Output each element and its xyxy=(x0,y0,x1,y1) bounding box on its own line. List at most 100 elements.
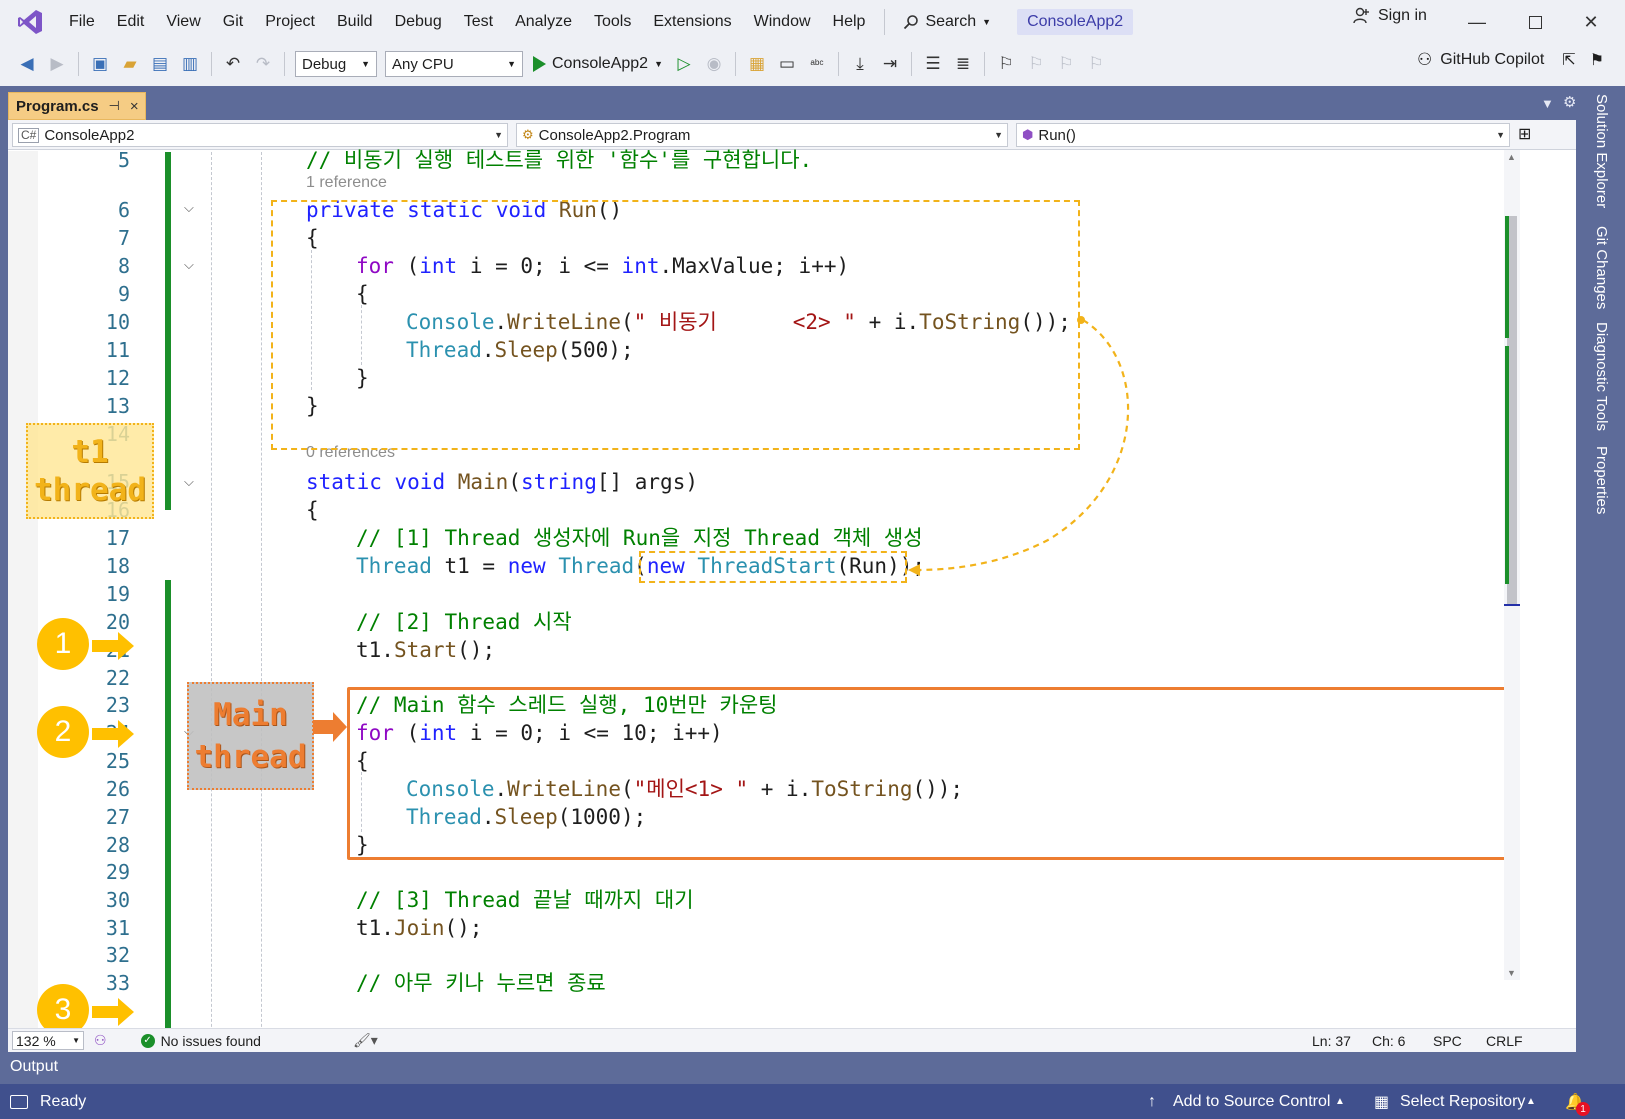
step-over-icon[interactable]: ⇥ xyxy=(877,51,903,77)
undo-icon[interactable]: ↶ xyxy=(220,51,246,77)
solution-configuration-select[interactable]: Debug ▼ xyxy=(295,51,377,77)
start-target-label: ConsoleApp2 xyxy=(552,55,649,72)
visual-studio-logo-icon[interactable] xyxy=(16,8,44,36)
menu-window[interactable]: Window xyxy=(743,7,822,37)
vertical-scrollbar[interactable]: ▲ ▼ xyxy=(1504,150,1520,980)
start-without-debugging-icon[interactable]: ▷ xyxy=(671,51,697,77)
navigate-forward-icon[interactable]: ▶ xyxy=(44,51,70,77)
save-all-icon[interactable]: ▥ xyxy=(177,51,203,77)
menu-file[interactable]: File xyxy=(58,7,106,37)
configuration-value: Debug xyxy=(302,55,347,73)
toolbar-separator xyxy=(211,52,212,76)
chevron-down-icon: ▼ xyxy=(654,59,663,69)
search-label: Search xyxy=(925,13,977,30)
share-icon[interactable]: ⇱ xyxy=(1562,50,1575,70)
menu-debug[interactable]: Debug xyxy=(384,7,453,37)
menu-tools[interactable]: Tools xyxy=(583,7,642,37)
clear-bookmarks-icon[interactable]: ⚐ xyxy=(1083,51,1109,77)
toolbar-separator xyxy=(911,52,912,76)
change-marker xyxy=(1505,346,1509,584)
toolbar-separator xyxy=(284,52,285,76)
github-copilot-button[interactable]: ⚇ GitHub Copilot ⇱ ⚑ xyxy=(1417,50,1604,70)
bookmark-icon[interactable]: ⚐ xyxy=(993,51,1019,77)
navigate-back-icon[interactable]: ◀ xyxy=(14,51,40,77)
toolbar-separator xyxy=(984,52,985,76)
search-button[interactable]: Search ▼ xyxy=(893,13,1001,31)
tab-program-cs[interactable]: Program.cs ⊣ × xyxy=(8,92,146,120)
copilot-status-icon[interactable]: ⚇ xyxy=(94,1032,107,1049)
save-icon[interactable]: ▤ xyxy=(147,51,173,77)
layout-icon[interactable]: ▭ xyxy=(774,51,800,77)
hot-reload-icon[interactable]: ◉ xyxy=(701,51,727,77)
menu-help[interactable]: Help xyxy=(822,7,877,37)
t1-label-line: thread xyxy=(34,472,146,508)
main-thread-label: Main thread xyxy=(187,682,314,790)
main-thread-arrow xyxy=(313,712,347,742)
sign-in-label: Sign in xyxy=(1378,7,1427,24)
scroll-down-icon[interactable]: ▼ xyxy=(1507,968,1516,978)
code-cleanup-icon[interactable]: 🖌▾ xyxy=(353,1032,378,1049)
platform-value: Any CPU xyxy=(392,55,454,73)
user-add-icon xyxy=(1353,7,1369,24)
close-tab-icon[interactable]: × xyxy=(130,98,139,115)
tab-properties[interactable]: Properties xyxy=(1593,446,1610,514)
column-position[interactable]: Ch: 6 xyxy=(1372,1033,1405,1049)
menu-extensions[interactable]: Extensions xyxy=(642,7,742,37)
menu-test[interactable]: Test xyxy=(453,7,504,37)
new-project-icon[interactable]: ▣ xyxy=(87,51,113,77)
tab-overflow-icon[interactable]: ▼ xyxy=(1541,96,1554,111)
comment-lines-icon[interactable]: ☰ xyxy=(920,51,946,77)
start-debugging-button[interactable]: ConsoleApp2 ▼ xyxy=(533,55,663,73)
zoom-select[interactable]: 132 % ▼ xyxy=(12,1031,84,1050)
previous-bookmark-icon[interactable]: ⚐ xyxy=(1023,51,1049,77)
uncomment-lines-icon[interactable]: ≣ xyxy=(950,51,976,77)
notification-count-badge: 1 xyxy=(1576,1102,1590,1116)
tab-git-changes[interactable]: Git Changes xyxy=(1593,226,1610,309)
redo-icon[interactable]: ↷ xyxy=(250,51,276,77)
menu-build[interactable]: Build xyxy=(326,7,384,37)
chevron-down-icon: ▼ xyxy=(72,1036,80,1045)
change-marker xyxy=(1505,216,1509,338)
connector-arrow xyxy=(908,316,1130,576)
tab-solution-explorer[interactable]: Solution Explorer xyxy=(1593,94,1610,208)
feedback-icon[interactable]: ⚑ xyxy=(1590,50,1604,70)
step-badge: 1 xyxy=(37,618,89,670)
menu-git[interactable]: Git xyxy=(212,7,254,37)
menu-project[interactable]: Project xyxy=(254,7,326,37)
issues-status[interactable]: No issues found xyxy=(161,1033,261,1049)
next-bookmark-icon[interactable]: ⚐ xyxy=(1053,51,1079,77)
standard-toolbar: ◀ ▶ ▣ ▰ ▤ ▥ ↶ ↷ Debug ▼ Any CPU ▼ Consol… xyxy=(0,44,1625,84)
toolbar-separator xyxy=(78,52,79,76)
minimize-button[interactable]: — xyxy=(1452,6,1502,38)
tab-diagnostic-tools[interactable]: Diagnostic Tools xyxy=(1593,322,1610,431)
menu-analyze[interactable]: Analyze xyxy=(504,7,583,37)
step-into-icon[interactable]: ⤓ xyxy=(847,51,873,77)
chevron-up-icon: ▲ xyxy=(1335,1096,1345,1107)
close-window-button[interactable]: ✕ xyxy=(1566,6,1616,38)
menu-view[interactable]: View xyxy=(155,7,211,37)
output-tab-label[interactable]: Output xyxy=(10,1058,58,1075)
solution-explorer-icon[interactable]: ▦ xyxy=(744,51,770,77)
status-ready: Ready xyxy=(40,1092,87,1110)
line-ending-mode[interactable]: CRLF xyxy=(1486,1033,1523,1049)
tab-title: Program.cs xyxy=(16,97,99,115)
add-to-source-control-button[interactable]: Add to Source Control xyxy=(1173,1093,1330,1111)
pin-icon[interactable]: ⊣ xyxy=(109,98,120,114)
scroll-up-icon[interactable]: ▲ xyxy=(1507,152,1516,162)
whitespace-mode[interactable]: SPC xyxy=(1433,1033,1462,1049)
close-icon: ✕ xyxy=(1583,11,1599,32)
line-position[interactable]: Ln: 37 xyxy=(1312,1033,1351,1049)
spell-check-icon[interactable]: ᵃᵇᶜ xyxy=(804,51,830,77)
sign-in-button[interactable]: Sign in xyxy=(1352,7,1427,25)
open-file-icon[interactable]: ▰ xyxy=(117,51,143,77)
chevron-down-icon: ▼ xyxy=(361,59,370,69)
menu-edit[interactable]: Edit xyxy=(106,7,156,37)
maximize-button[interactable] xyxy=(1510,6,1560,38)
code-editor[interactable]: C# ConsoleApp2 ▼ ⚙ ConsoleApp2.Program ▼… xyxy=(8,120,1576,1111)
settings-icon[interactable]: ⚙ xyxy=(1563,93,1576,111)
main-label-line: Main xyxy=(213,697,288,733)
select-repository-button[interactable]: Select Repository xyxy=(1400,1093,1525,1111)
minimize-icon: — xyxy=(1468,11,1486,32)
search-icon xyxy=(904,15,919,30)
solution-platform-select[interactable]: Any CPU ▼ xyxy=(385,51,523,77)
